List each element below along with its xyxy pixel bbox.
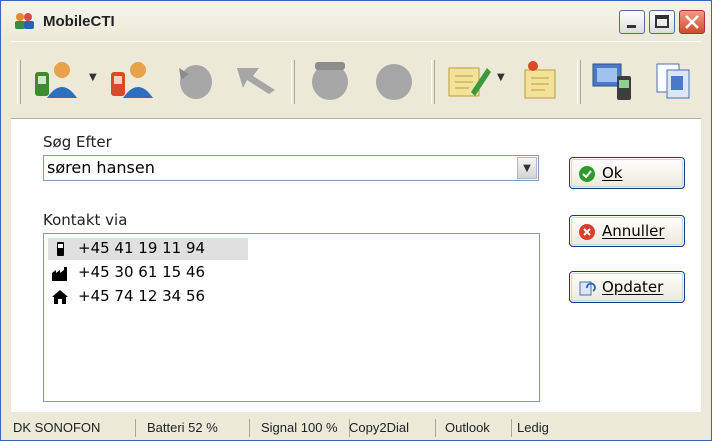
device-sync-icon[interactable] bbox=[587, 54, 641, 106]
contact-phone-icon[interactable] bbox=[29, 54, 83, 106]
copy-pages-icon[interactable] bbox=[647, 54, 701, 106]
dropdown-arrow-icon[interactable]: ▼ bbox=[497, 72, 505, 83]
status-outlook[interactable]: Outlook bbox=[445, 419, 512, 437]
main-panel: Søg Efter søren hansen ▼ Kontakt via +45… bbox=[11, 119, 701, 412]
toolbar-separator bbox=[577, 60, 581, 104]
chevron-down-icon[interactable]: ▼ bbox=[517, 157, 537, 179]
minimize-icon bbox=[627, 25, 636, 28]
contact-label: Kontakt via bbox=[43, 211, 128, 229]
list-item[interactable]: +45 41 19 11 94 bbox=[48, 238, 248, 260]
hangup-icon bbox=[376, 64, 412, 100]
cancel-icon bbox=[579, 224, 595, 240]
search-combobox[interactable]: søren hansen ▼ bbox=[43, 155, 539, 181]
cancel-button[interactable]: Annuller bbox=[569, 215, 685, 247]
ok-button[interactable]: Ok bbox=[569, 157, 685, 189]
status-bar: DK SONOFON Batteri 52 % Signal 100 % Cop… bbox=[11, 414, 701, 440]
dropdown-arrow-icon[interactable]: ▼ bbox=[89, 72, 97, 83]
phone-number: +45 41 19 11 94 bbox=[78, 239, 206, 257]
phone-number: +45 30 61 15 46 bbox=[78, 263, 206, 281]
toolbar-separator bbox=[431, 60, 435, 104]
minimize-button[interactable] bbox=[619, 10, 645, 34]
refresh-icon bbox=[579, 281, 596, 296]
mobile-icon bbox=[57, 242, 64, 256]
factory-icon bbox=[52, 267, 67, 281]
phone-number: +45 74 12 34 56 bbox=[78, 287, 206, 305]
toolbar-separator bbox=[17, 60, 21, 104]
search-label: Søg Efter bbox=[43, 133, 112, 151]
app-icon bbox=[15, 13, 34, 29]
cancel-button-label: Annuller bbox=[602, 222, 665, 240]
title-bar[interactable]: MobileCTI bbox=[1, 1, 711, 41]
status-copy2dial[interactable]: Copy2Dial bbox=[349, 419, 436, 437]
search-input[interactable]: søren hansen bbox=[47, 158, 155, 177]
maximize-button[interactable] bbox=[649, 10, 675, 34]
house-icon bbox=[52, 290, 68, 304]
close-button[interactable] bbox=[679, 10, 705, 34]
maximize-icon bbox=[655, 15, 669, 28]
contact-mobile-icon[interactable] bbox=[105, 54, 159, 106]
status-state: Ledig bbox=[517, 420, 549, 435]
close-icon bbox=[685, 15, 699, 29]
contact-list[interactable]: +45 41 19 11 94 +45 30 61 15 46 +45 74 1… bbox=[43, 233, 540, 402]
toolbar: ▼ ▼ bbox=[11, 41, 701, 119]
notes-icon[interactable] bbox=[513, 54, 567, 106]
list-item[interactable]: +45 74 12 34 56 bbox=[48, 286, 248, 308]
answer-call-icon bbox=[179, 65, 212, 99]
ok-button-label: Ok bbox=[602, 164, 623, 182]
checkmark-icon bbox=[579, 166, 595, 182]
status-signal: Signal 100 % bbox=[261, 419, 350, 437]
hold-call-icon bbox=[312, 62, 348, 100]
list-item[interactable]: +45 30 61 15 46 bbox=[48, 262, 248, 284]
toolbar-separator bbox=[291, 60, 295, 104]
status-operator: DK SONOFON bbox=[13, 419, 136, 437]
transfer-call-icon bbox=[237, 68, 275, 94]
status-battery: Batteri 52 % bbox=[147, 419, 250, 437]
refresh-button[interactable]: Opdater bbox=[569, 271, 685, 303]
edit-note-icon[interactable] bbox=[441, 54, 495, 106]
window-title: MobileCTI bbox=[43, 13, 115, 30]
app-window: MobileCTI ▼ ▼ Søg Efter søren hansen ▼ K… bbox=[0, 0, 712, 441]
refresh-button-label: Opdater bbox=[602, 278, 664, 296]
